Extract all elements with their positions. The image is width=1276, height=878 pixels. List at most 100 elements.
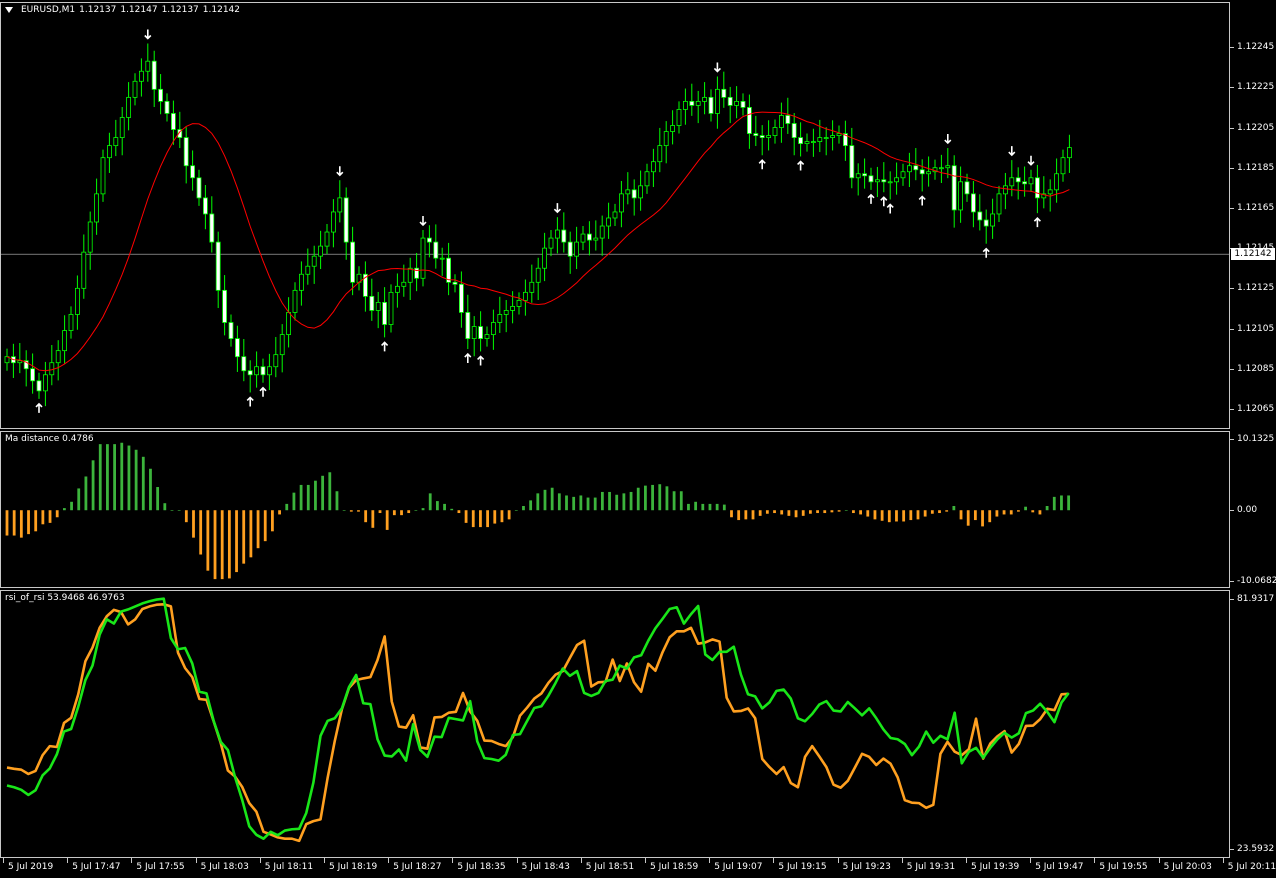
candle-body bbox=[587, 233, 592, 241]
candle-body bbox=[497, 314, 503, 323]
x-axis-tick-label: 5 Jul 18:59 bbox=[645, 858, 698, 872]
price-chart-canvas[interactable] bbox=[1, 3, 1229, 428]
buy-arrow-icon bbox=[477, 355, 485, 366]
x-axis-tick-label: 5 Jul 2019 bbox=[3, 858, 53, 872]
candle-body bbox=[881, 179, 887, 183]
time-axis: 5 Jul 2019 5 Jul 17:47 5 Jul 17:55 5 Jul 18… bbox=[0, 858, 1276, 878]
y-axis-tick-label: 1.12205 bbox=[1230, 123, 1274, 133]
histogram-bar bbox=[751, 510, 755, 520]
candle-body bbox=[523, 291, 528, 301]
candle-body bbox=[1060, 157, 1066, 175]
histogram-bar bbox=[493, 510, 497, 524]
histogram-bar bbox=[1024, 506, 1027, 511]
ma-distance-panel[interactable]: Ma distance 0.4786 bbox=[0, 431, 1230, 588]
x-axis-tick-label: 5 Jul 18:03 bbox=[195, 858, 249, 872]
candle-body bbox=[298, 273, 304, 291]
ma-distance-canvas[interactable] bbox=[1, 432, 1229, 587]
rsi-of-rsi-canvas[interactable] bbox=[1, 591, 1229, 857]
histogram-bar bbox=[651, 484, 654, 511]
histogram-bar bbox=[586, 497, 590, 511]
histogram-bar bbox=[730, 510, 733, 518]
candle-body bbox=[542, 247, 547, 269]
candle-body bbox=[548, 237, 554, 249]
candle-body bbox=[394, 285, 400, 293]
histogram-bar bbox=[220, 510, 224, 580]
rsi-of-rsi-axis: 81.9317 23.5932 bbox=[1230, 590, 1276, 858]
x-axis-tick-label: 5 Jul 19:39 bbox=[966, 858, 1019, 872]
rsi-of-rsi-panel[interactable]: rsi_of_rsi 53.9468 46.9763 bbox=[0, 590, 1230, 858]
x-axis-tick-label: 5 Jul 19:07 bbox=[709, 858, 762, 872]
histogram-bar bbox=[227, 510, 231, 579]
histogram-bar bbox=[808, 510, 812, 514]
histogram-bar bbox=[127, 445, 131, 511]
y-axis-tick-label: 1.12085 bbox=[1230, 364, 1274, 374]
candle-body bbox=[695, 100, 701, 106]
histogram-bar bbox=[687, 503, 690, 511]
candle-body bbox=[772, 127, 778, 136]
candle-body bbox=[145, 60, 151, 72]
histogram-bar bbox=[19, 510, 23, 538]
histogram-bar bbox=[823, 510, 827, 514]
histogram-bar bbox=[801, 510, 805, 516]
histogram-bar bbox=[314, 480, 317, 511]
candle-body bbox=[683, 100, 688, 110]
candle-body bbox=[734, 100, 739, 106]
buy-arrow-icon bbox=[886, 203, 894, 214]
candle-body bbox=[94, 193, 99, 223]
candle-body bbox=[113, 137, 119, 147]
candle-body bbox=[407, 267, 413, 283]
histogram-bar bbox=[106, 444, 109, 511]
candle-body bbox=[900, 171, 906, 179]
histogram-bar bbox=[679, 491, 683, 511]
candle-body bbox=[426, 237, 432, 243]
sell-arrow-icon bbox=[1027, 155, 1035, 166]
histogram-bar bbox=[41, 510, 45, 525]
x-axis-tick-label: 5 Jul 17:47 bbox=[67, 858, 120, 872]
candle-body bbox=[132, 80, 138, 98]
candle-body bbox=[830, 135, 835, 138]
moving-average-line bbox=[6, 111, 1070, 372]
histogram-bar bbox=[780, 510, 784, 515]
histogram-bar bbox=[672, 491, 676, 511]
histogram-bar bbox=[435, 501, 439, 511]
candle-body bbox=[490, 322, 496, 335]
symbol-dropdown-icon[interactable] bbox=[5, 6, 13, 13]
candle-body bbox=[318, 245, 324, 257]
candle-body bbox=[158, 88, 164, 102]
sell-arrow-icon bbox=[1008, 146, 1016, 157]
histogram-bar bbox=[859, 510, 863, 515]
candle-body bbox=[580, 233, 586, 243]
candle-body bbox=[631, 189, 637, 199]
histogram-bar bbox=[70, 501, 73, 511]
candle-body bbox=[439, 257, 445, 260]
histogram-bar bbox=[1045, 506, 1049, 511]
price-chart-panel[interactable]: EURUSD,M1 1.12137 1.12147 1.12137 1.12142 bbox=[0, 2, 1230, 429]
histogram-bar bbox=[887, 510, 891, 523]
histogram-bar bbox=[579, 495, 583, 511]
histogram-bar bbox=[464, 510, 468, 523]
candle-body bbox=[36, 380, 42, 392]
histogram-bar bbox=[973, 510, 977, 521]
candle-body bbox=[471, 326, 477, 339]
candle-body bbox=[478, 326, 484, 339]
candle-body bbox=[234, 338, 240, 358]
candle-body bbox=[574, 241, 579, 257]
y-axis-tick-label: 1.12245 bbox=[1230, 42, 1274, 52]
symbol-label: EURUSD,M1 bbox=[21, 5, 76, 15]
candle-body bbox=[1022, 181, 1027, 185]
histogram-bar bbox=[916, 510, 920, 520]
candle-body bbox=[625, 189, 631, 195]
candle-body bbox=[862, 173, 867, 177]
histogram-bar bbox=[27, 510, 30, 535]
histogram-bar bbox=[787, 510, 791, 516]
histogram-bar bbox=[816, 510, 819, 514]
histogram-bar bbox=[421, 508, 425, 511]
histogram-bar bbox=[292, 492, 296, 511]
histogram-bar bbox=[278, 510, 281, 515]
histogram-bar bbox=[522, 506, 525, 511]
histogram-bar bbox=[981, 510, 984, 527]
x-axis-tick-label: 5 Jul 18:51 bbox=[580, 858, 634, 872]
candle-body bbox=[190, 165, 196, 179]
candle-body bbox=[561, 229, 567, 243]
x-axis-tick-label: 5 Jul 19:31 bbox=[901, 858, 955, 872]
